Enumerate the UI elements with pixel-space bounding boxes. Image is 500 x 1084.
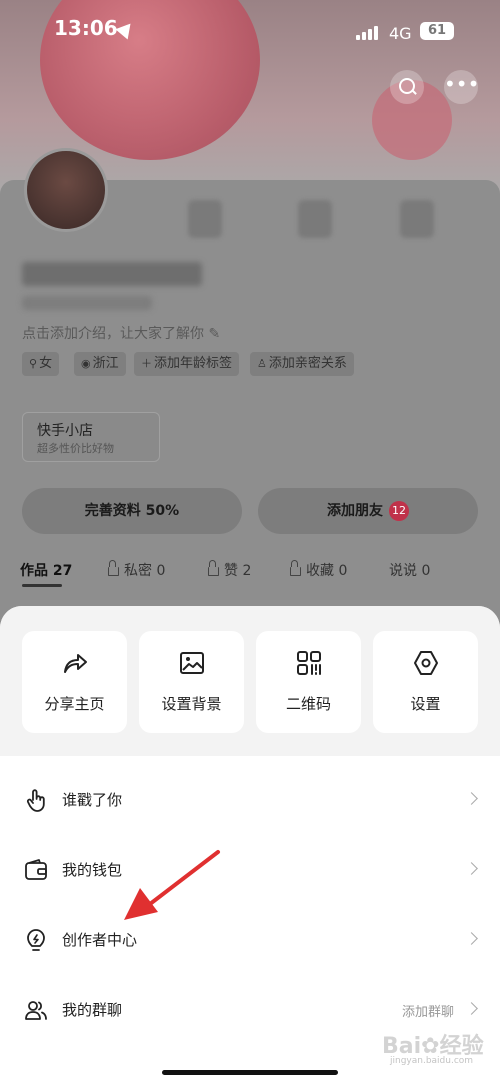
settings-icon (414, 651, 438, 675)
group-icon (25, 1001, 47, 1020)
add-friend-button[interactable]: 添加朋友 12 (258, 488, 478, 534)
lock-icon (108, 560, 119, 576)
lightbulb-icon (27, 929, 45, 951)
settings-button[interactable]: 设置 (373, 631, 478, 733)
tag-gender[interactable]: ⚲ 女 (22, 352, 60, 376)
card-label: 设置 (410, 695, 441, 713)
chevron-right-icon (465, 1002, 478, 1015)
status-time: 13:06 (54, 16, 118, 40)
username-blurred (22, 262, 202, 286)
stat-blurred (298, 200, 332, 238)
shop-card[interactable]: 快手小店 超多性价比好物 (22, 412, 160, 462)
stat-blurred (188, 200, 222, 238)
shop-title: 快手小店 (37, 423, 93, 439)
row-label: 谁戳了你 (62, 791, 123, 809)
row-label: 我的群聊 (62, 1001, 123, 1019)
qrcode-icon (297, 651, 321, 675)
tag-add-relation[interactable]: ♙ 添加亲密关系 (250, 352, 354, 376)
card-label: 设置背景 (161, 695, 222, 713)
card-label: 分享主页 (44, 695, 105, 713)
share-profile-button[interactable]: 分享主页 (22, 631, 127, 733)
card-label: 二维码 (285, 695, 331, 713)
tab-works[interactable]: 作品 27 (20, 560, 72, 580)
gender-icon: ⚲ (29, 357, 38, 370)
row-label: 创作者中心 (62, 931, 138, 949)
chevron-right-icon (465, 792, 478, 805)
row-creator-center[interactable]: 创作者中心 (0, 905, 500, 975)
image-icon (180, 652, 204, 674)
network-type: 4G (389, 24, 412, 43)
tab-likes[interactable]: 赞 2 (208, 560, 251, 580)
battery-icon: 61 (420, 22, 454, 40)
row-my-wallet[interactable]: 我的钱包 (0, 835, 500, 905)
avatar[interactable] (24, 148, 108, 232)
share-icon (64, 654, 87, 673)
tag-add-age[interactable]: ＋添加年龄标签 (134, 352, 240, 376)
action-sheet: 分享主页 设置背景 二维码 设置 谁戳了你 我的钱包 创作者中心 我的群聊 添加… (0, 606, 500, 1084)
more-button[interactable]: ••• (444, 70, 480, 104)
tab-indicator (22, 584, 62, 587)
tab-favorites[interactable]: 收藏 0 (290, 560, 347, 580)
person-icon: ♙ (257, 357, 267, 370)
signal-icon (356, 26, 378, 40)
lock-icon (290, 560, 301, 576)
stat-blurred (400, 200, 434, 238)
add-group-hint: 添加群聊 (401, 1005, 454, 1020)
more-icon: ••• (444, 72, 480, 96)
lock-icon (208, 560, 219, 576)
quick-actions-area: 分享主页 设置背景 二维码 设置 (0, 606, 500, 756)
finger-tap-icon (26, 789, 45, 812)
plus-icon: ＋ (141, 357, 152, 370)
home-indicator[interactable] (162, 1070, 338, 1075)
qrcode-button[interactable]: 二维码 (256, 631, 361, 733)
tab-private[interactable]: 私密 0 (108, 560, 165, 580)
tag-location[interactable]: ◉ 浙江 (74, 352, 126, 376)
annotation-arrow (124, 850, 220, 920)
intro-text[interactable]: 点击添加介绍，让大家了解你 ✎ (22, 323, 220, 343)
watermark-url: jingyan.baidu.com (390, 1056, 474, 1066)
set-background-button[interactable]: 设置背景 (139, 631, 244, 733)
row-who-poked-you[interactable]: 谁戳了你 (0, 765, 500, 835)
shop-subtitle: 超多性价比好物 (37, 442, 114, 455)
user-id-blurred (22, 296, 152, 310)
location-icon: ◉ (81, 357, 91, 370)
tab-posts[interactable]: 说说 0 (389, 560, 430, 580)
friend-count-badge: 12 (389, 501, 409, 521)
wallet-icon (25, 859, 47, 880)
chevron-right-icon (465, 932, 478, 945)
chevron-right-icon (465, 862, 478, 875)
complete-profile-button[interactable]: 完善资料 50% (22, 488, 242, 534)
search-button[interactable] (390, 70, 424, 104)
